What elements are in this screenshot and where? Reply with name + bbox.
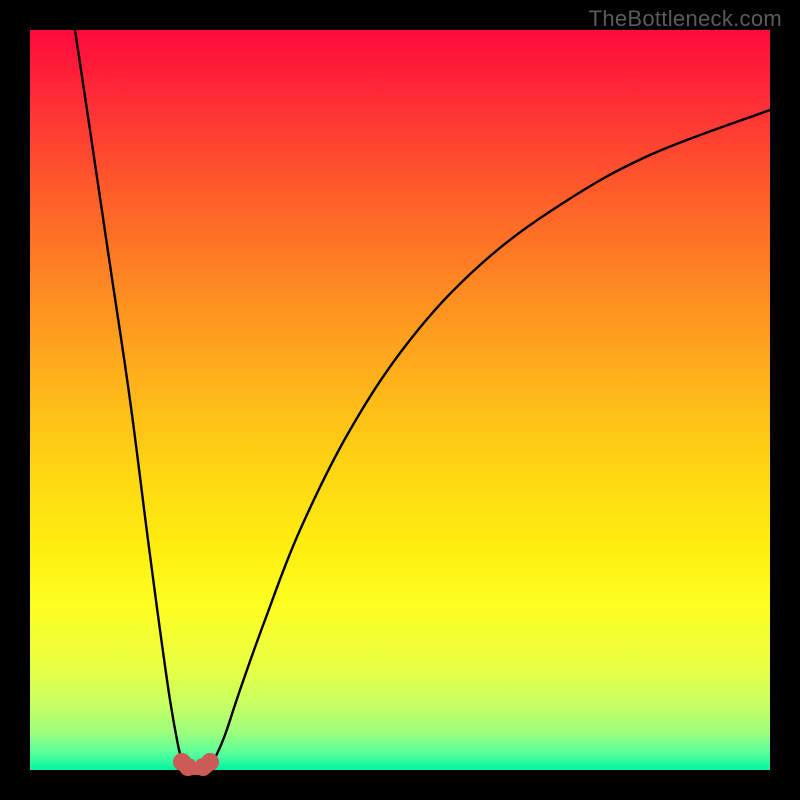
- curve-right-branch: [210, 110, 770, 766]
- endpoint-dot: [201, 753, 219, 771]
- endpoint-markers: [173, 753, 219, 776]
- curve-left-branch: [75, 30, 186, 766]
- curve-plot: [30, 30, 770, 770]
- watermark-text: TheBottleneck.com: [589, 6, 782, 32]
